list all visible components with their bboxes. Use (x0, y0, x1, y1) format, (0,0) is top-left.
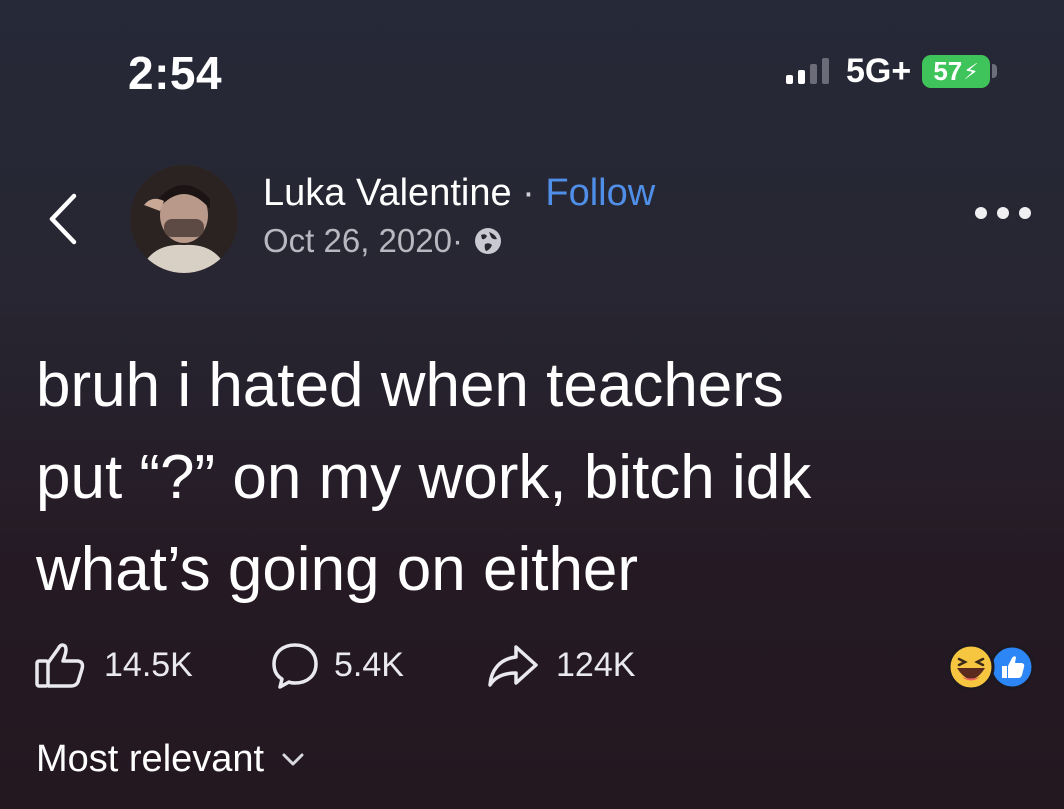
back-button[interactable] (44, 192, 84, 246)
post-text-line: what’s going on either (36, 535, 639, 604)
like-count: 14.5K (104, 645, 193, 684)
comment-bubble-icon (272, 643, 318, 689)
battery-level: 57 (933, 56, 963, 86)
dot (1019, 207, 1031, 219)
post-text-line: bruh i hated when teachers (36, 351, 784, 420)
comment-count: 5.4K (334, 645, 404, 684)
share-arrow-icon (488, 645, 538, 687)
share-button[interactable]: 124K (486, 640, 635, 690)
reaction-summary[interactable] (946, 643, 1038, 691)
more-options-button[interactable] (975, 207, 1031, 225)
post-text: bruh i hated when teachers put “?” on my… (36, 340, 1046, 616)
post-text-line: put “?” on my work, bitch idk (36, 443, 812, 512)
follow-button[interactable]: Follow (545, 172, 655, 214)
signal-bar (822, 58, 829, 84)
avatar-photo (130, 165, 238, 273)
date-separator: · (451, 222, 463, 259)
comments-sort-dropdown[interactable]: Most relevant (36, 738, 304, 781)
sort-label: Most relevant (36, 738, 265, 780)
name-separator: · (511, 172, 546, 214)
signal-bar (786, 75, 793, 84)
post-meta: Oct 26, 2020 · (263, 222, 503, 260)
cellular-signal-icon (786, 58, 838, 84)
post-header-line: Luka Valentine · Follow (263, 172, 655, 215)
dot (975, 207, 987, 219)
like-button[interactable]: 14.5K (34, 640, 193, 690)
dot (997, 207, 1009, 219)
back-chevron-icon (49, 193, 77, 245)
share-count: 124K (556, 645, 636, 684)
battery-indicator: 57 ⚡ (922, 55, 990, 88)
haha-reaction-icon (947, 643, 995, 691)
signal-bar (810, 64, 817, 84)
network-type: 5G+ (846, 52, 912, 90)
author-name[interactable]: Luka Valentine (263, 172, 512, 214)
chevron-down-icon (282, 753, 304, 765)
author-avatar[interactable] (130, 165, 238, 273)
globe-icon (474, 228, 501, 254)
battery-cap (992, 64, 997, 78)
signal-bar (798, 70, 805, 84)
post-date[interactable]: Oct 26, 2020 (263, 222, 452, 260)
reaction-icons (947, 643, 1035, 691)
status-time: 2:54 (128, 47, 223, 99)
charging-icon: ⚡ (963, 58, 979, 84)
like-reaction-icon (989, 644, 1035, 690)
comment-button[interactable]: 5.4K (270, 640, 404, 690)
thumbs-up-icon (35, 643, 85, 688)
